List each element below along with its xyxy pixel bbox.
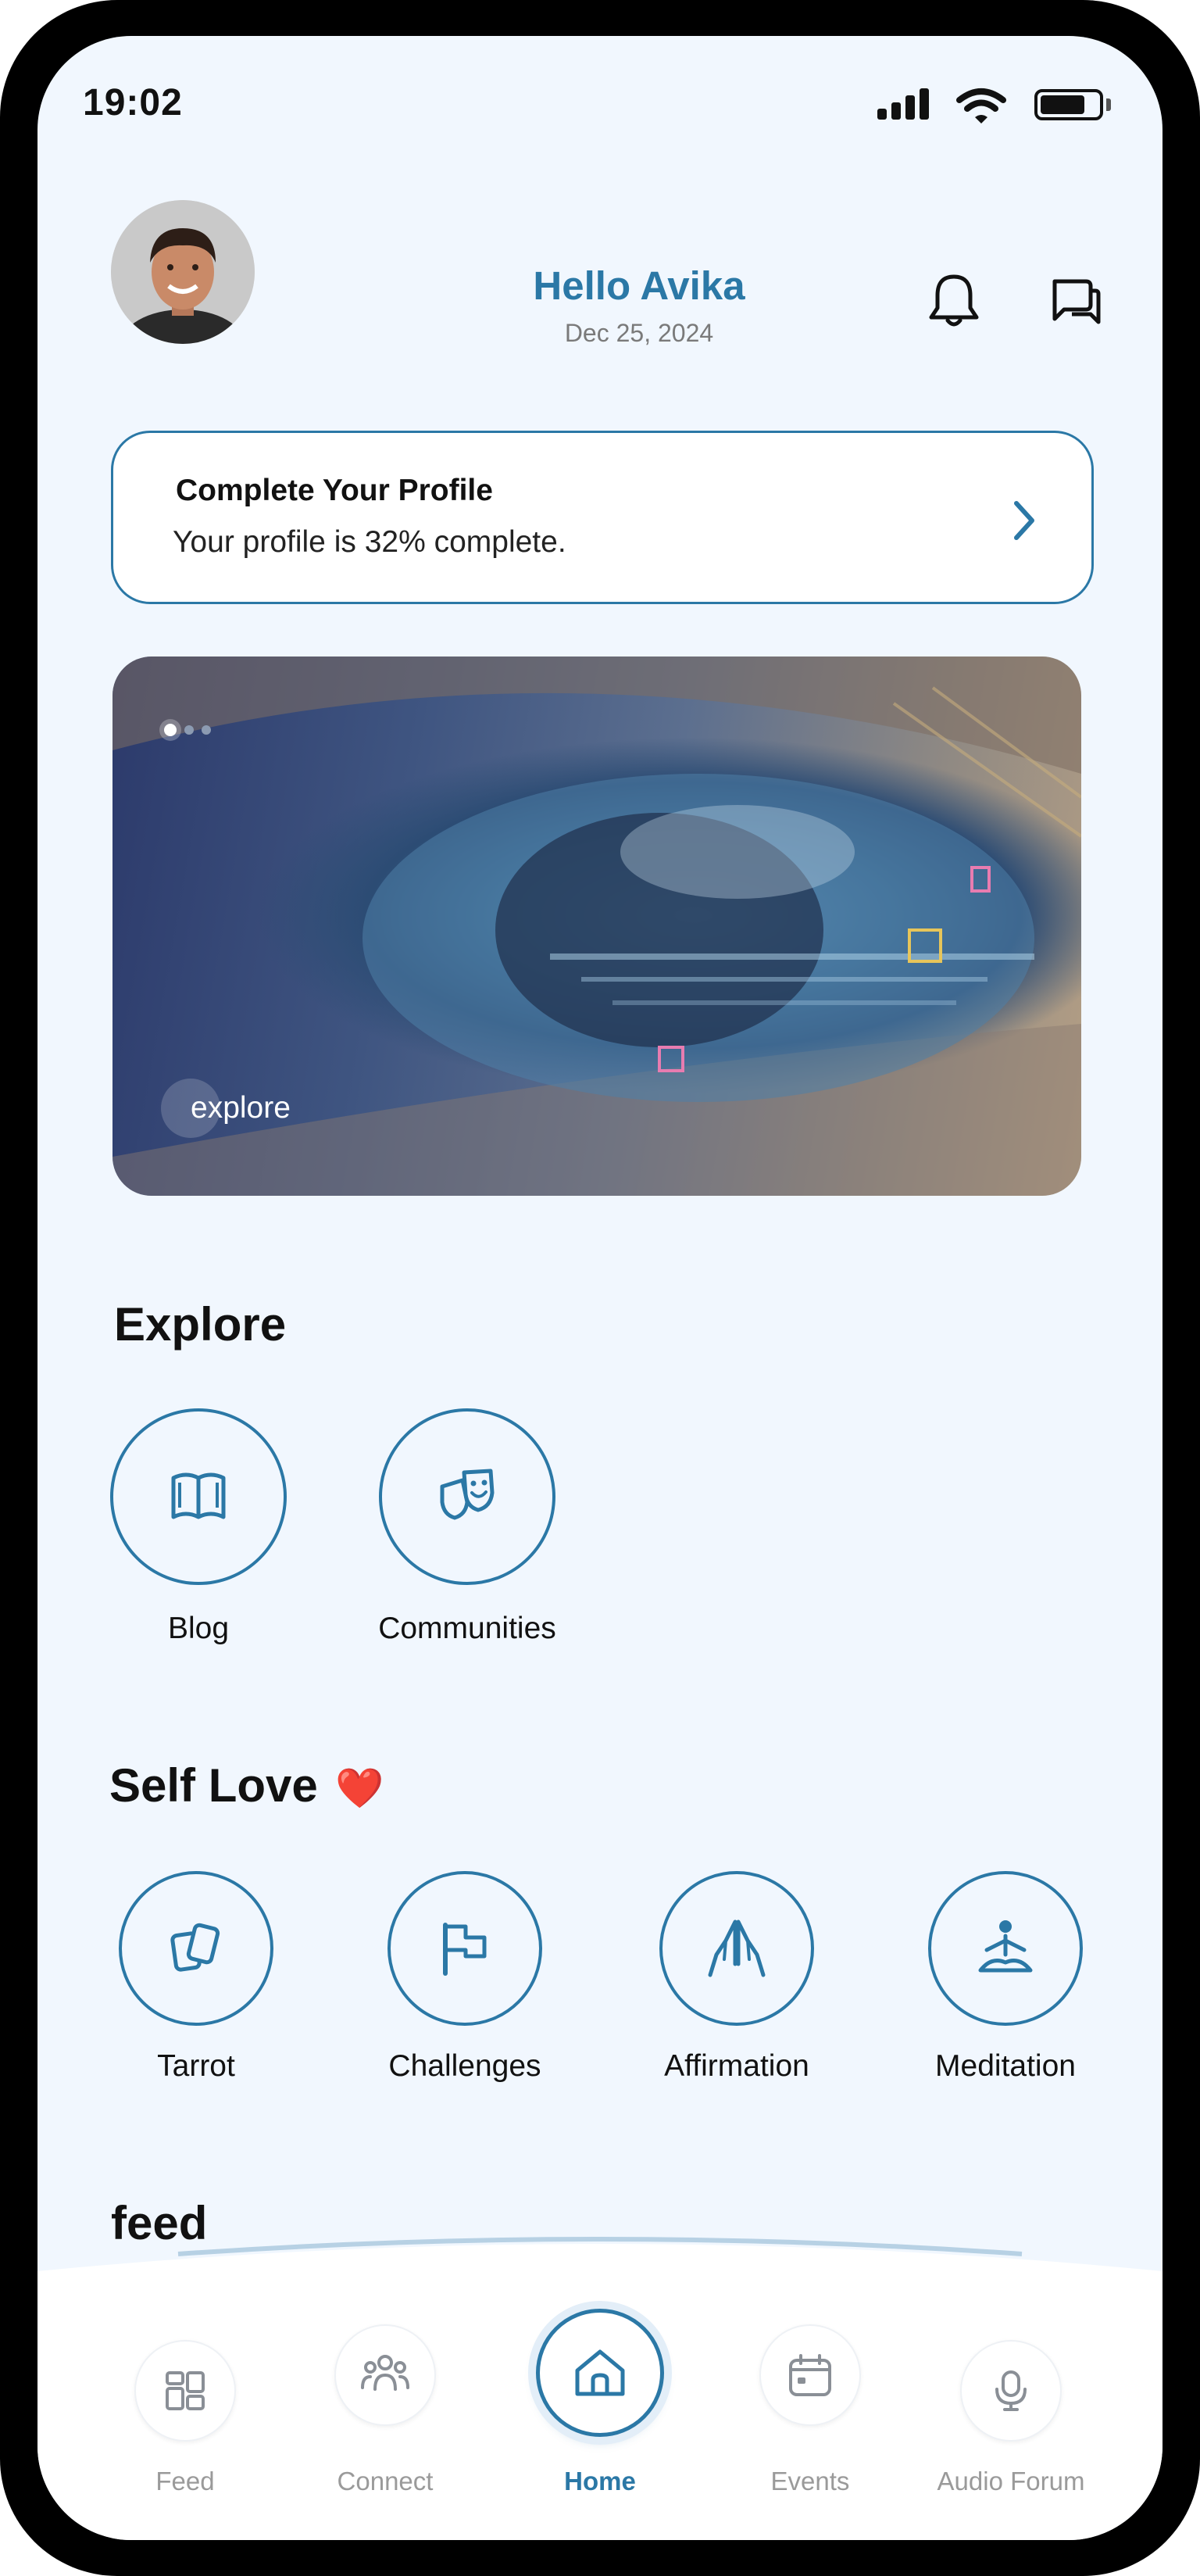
meditation-icon <box>978 1920 1033 1973</box>
communities-label: Communities <box>378 1612 556 1645</box>
battery-icon <box>1034 89 1103 120</box>
self-love-section-title: Self Love ❤️ <box>109 1758 384 1812</box>
carousel-dot-active[interactable] <box>164 724 177 736</box>
challenges-label: Challenges <box>388 2049 541 2083</box>
microphone-icon <box>995 2370 1027 2411</box>
header-date: Dec 25, 2024 <box>564 319 714 347</box>
banner-explore-label[interactable]: explore <box>191 1091 291 1125</box>
people-icon <box>361 2355 409 2391</box>
communities-button[interactable] <box>379 1408 555 1585</box>
home-icon <box>575 2349 625 2396</box>
nav-events-button[interactable] <box>759 2324 861 2426</box>
grid-icon <box>166 2371 205 2410</box>
nav-connect-label[interactable]: Connect <box>284 2467 487 2496</box>
challenges-button[interactable] <box>388 1871 542 2026</box>
meditation-button[interactable] <box>928 1871 1083 2026</box>
blog-label: Blog <box>167 1612 230 1645</box>
blog-button[interactable] <box>110 1408 287 1585</box>
nav-events-label[interactable]: Events <box>709 2467 912 2496</box>
nav-home-button[interactable] <box>536 2309 664 2437</box>
profile-card-title: Complete Your Profile <box>176 474 493 507</box>
tarrot-button[interactable] <box>119 1871 273 2026</box>
nav-audio-forum-button[interactable] <box>960 2340 1062 2442</box>
nav-connect-button[interactable] <box>334 2324 436 2426</box>
nav-feed-label[interactable]: Feed <box>84 2467 287 2496</box>
screen: 19:02 Hello Avika Dec 25, 2024 Complete … <box>38 36 1162 2540</box>
theater-masks-icon <box>440 1469 495 1520</box>
phone-frame: 19:02 Hello Avika Dec 25, 2024 Complete … <box>0 0 1200 2576</box>
heart-emoji: ❤️ <box>335 1766 384 1810</box>
chat-icon[interactable] <box>1048 275 1103 327</box>
self-love-title-text: Self Love <box>109 1759 318 1812</box>
affirmation-button[interactable] <box>659 1871 814 2026</box>
avatar[interactable] <box>111 200 255 344</box>
wifi-icon <box>956 88 1006 123</box>
profile-card-subtitle: Your profile is 32% complete. <box>173 525 566 559</box>
carousel-dot[interactable] <box>202 725 211 735</box>
explore-section-title: Explore <box>114 1298 287 1351</box>
battery-nub <box>1106 98 1111 111</box>
affirmation-label: Affirmation <box>664 2049 809 2083</box>
book-icon <box>171 1472 226 1519</box>
complete-profile-card[interactable]: Complete Your Profile Your profile is 32… <box>111 431 1094 604</box>
flag-icon <box>443 1923 487 1976</box>
carousel-dot[interactable] <box>184 725 194 735</box>
bell-icon[interactable] <box>927 272 981 328</box>
cards-icon <box>170 1923 220 1972</box>
status-time: 19:02 <box>83 82 183 123</box>
carousel-indicator[interactable] <box>164 724 211 736</box>
calendar-icon <box>789 2354 831 2396</box>
hero-banner[interactable]: explore <box>112 657 1081 1196</box>
chevron-right-icon[interactable] <box>1012 500 1037 541</box>
nav-home-label[interactable]: Home <box>498 2467 702 2496</box>
praying-hands-icon <box>708 1919 766 1977</box>
nav-audio-forum-label[interactable]: Audio Forum <box>909 2467 1112 2496</box>
tarrot-label: Tarrot <box>157 2049 235 2083</box>
nav-feed-button[interactable] <box>134 2340 236 2442</box>
meditation-label: Meditation <box>935 2049 1076 2083</box>
greeting-title: Hello Avika <box>533 263 745 308</box>
cellular-signal-icon <box>877 88 929 120</box>
